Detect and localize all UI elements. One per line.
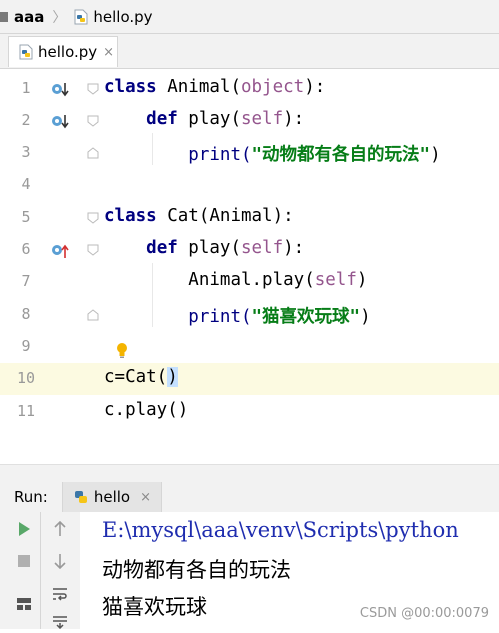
code-editor[interactable]: 1 class Animal(object): 2 def play(self)… xyxy=(0,69,499,464)
toolbar-divider xyxy=(40,512,41,629)
code-text: c=Cat() xyxy=(104,367,178,387)
console-output-line: 动物都有各自的玩法 xyxy=(102,558,291,582)
code-text: def play(self): xyxy=(146,109,305,129)
implemented-icon[interactable] xyxy=(50,81,70,99)
run-tab-label: hello xyxy=(93,488,131,506)
line-number: 2 xyxy=(21,111,31,129)
code-line[interactable]: 2 def play(self): xyxy=(0,105,499,137)
code-line[interactable]: 11 c.play() xyxy=(0,396,499,428)
code-line-current[interactable]: 10 c=Cat() xyxy=(0,363,499,395)
code-text: c.play() xyxy=(104,400,189,420)
line-number: 8 xyxy=(21,305,31,323)
line-number: 7 xyxy=(21,272,31,290)
line-number: 4 xyxy=(21,175,31,193)
stop-button[interactable] xyxy=(13,550,35,572)
tab-hello-py[interactable]: hello.py × xyxy=(8,36,118,67)
overrides-icon[interactable] xyxy=(50,242,70,260)
code-text: print("猫喜欢玩球") xyxy=(188,307,371,327)
close-icon[interactable]: × xyxy=(103,45,114,60)
fold-end-icon[interactable] xyxy=(87,309,99,321)
stop-icon xyxy=(18,555,30,567)
code-text: def play(self): xyxy=(146,238,305,258)
tab-label: hello.py xyxy=(38,43,98,61)
editor-scroll-area xyxy=(0,464,499,483)
watermark: CSDN @00:00:0079 xyxy=(359,606,489,621)
code-line[interactable]: 7 Animal.play(self) xyxy=(0,266,499,298)
python-file-icon xyxy=(19,44,33,60)
code-line[interactable]: 3 print("动物都有各自的玩法") xyxy=(0,137,499,169)
line-number: 11 xyxy=(16,402,36,420)
fold-end-icon[interactable] xyxy=(87,147,99,159)
close-icon[interactable]: × xyxy=(140,490,151,505)
arrow-up-icon xyxy=(54,521,66,536)
scroll-end-icon xyxy=(53,616,67,629)
fold-icon[interactable] xyxy=(87,212,99,224)
console-output-line: 猫喜欢玩球 xyxy=(102,595,207,619)
code-line[interactable]: 8 print("猫喜欢玩球") xyxy=(0,299,499,331)
breadcrumb: aaa 〉 hello.py xyxy=(0,0,499,34)
code-line[interactable]: 9 xyxy=(0,331,499,363)
run-toolbar xyxy=(0,512,80,629)
code-text: Animal.play(self) xyxy=(188,270,368,290)
line-number: 10 xyxy=(16,369,36,387)
line-number: 1 xyxy=(21,79,31,97)
code-line[interactable]: 4 xyxy=(0,169,499,201)
lightbulb-icon[interactable] xyxy=(116,342,128,360)
code-text: class Animal(object): xyxy=(104,77,326,97)
run-label: Run: xyxy=(14,488,48,506)
layout-icon xyxy=(17,598,31,610)
scroll-up-button[interactable] xyxy=(49,518,71,540)
fold-icon[interactable] xyxy=(87,83,99,95)
rerun-button[interactable] xyxy=(13,518,35,540)
code-line[interactable]: 5 class Cat(Animal): xyxy=(0,202,499,234)
code-line[interactable]: 6 def play(self): xyxy=(0,234,499,266)
layout-button[interactable] xyxy=(13,593,35,615)
code-line[interactable]: 1 class Animal(object): xyxy=(0,73,499,105)
scroll-to-end-button[interactable] xyxy=(49,611,71,633)
editor-tab-bar: hello.py × xyxy=(0,34,499,69)
wrap-icon xyxy=(53,588,67,601)
python-icon xyxy=(74,491,87,503)
code-text: class Cat(Animal): xyxy=(104,206,294,226)
run-tab-hello[interactable]: hello × xyxy=(61,482,162,512)
python-file-icon xyxy=(74,9,88,24)
line-number: 9 xyxy=(21,337,31,355)
chevron-right-icon: 〉 xyxy=(52,9,67,26)
fold-icon[interactable] xyxy=(87,244,99,256)
breadcrumb-project[interactable]: aaa xyxy=(14,8,44,26)
console-command-line: E:\mysql\aaa\venv\Scripts\python xyxy=(102,518,459,542)
breadcrumb-file[interactable]: hello.py xyxy=(93,8,152,26)
arrow-down-icon xyxy=(54,554,66,569)
fold-icon[interactable] xyxy=(87,115,99,127)
code-text: print("动物都有各自的玩法") xyxy=(188,145,441,165)
scroll-down-button[interactable] xyxy=(49,550,71,572)
implemented-icon[interactable] xyxy=(50,113,70,131)
run-panel-header: Run: hello × xyxy=(0,482,499,513)
soft-wrap-button[interactable] xyxy=(49,583,71,605)
line-number: 6 xyxy=(21,240,31,258)
line-number: 3 xyxy=(21,143,31,161)
line-number: 5 xyxy=(21,208,31,226)
play-icon xyxy=(19,522,30,536)
folder-icon xyxy=(0,11,8,22)
